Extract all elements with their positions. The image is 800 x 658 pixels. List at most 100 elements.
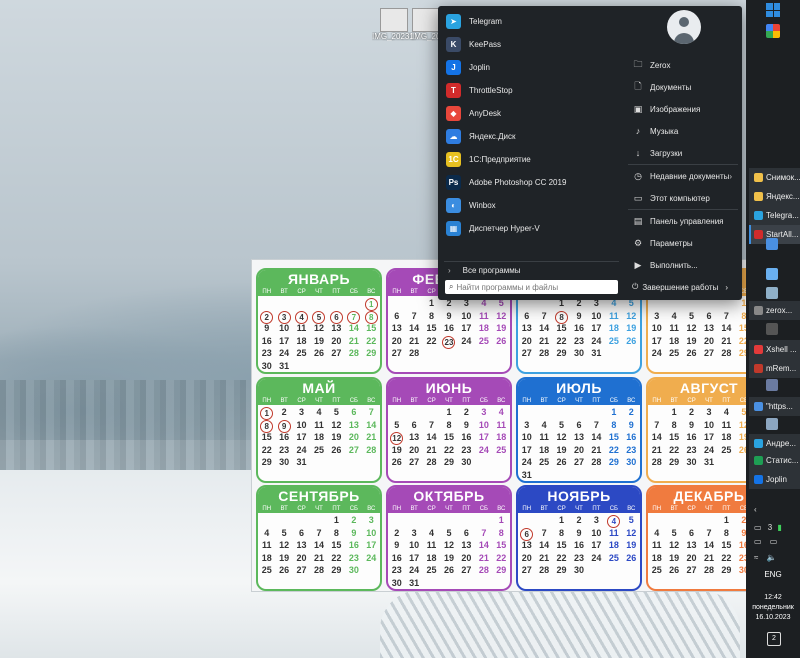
wallpaper-bush [380,590,740,658]
calendar-day: 8 [429,310,435,321]
calendar-day: 28 [409,348,420,358]
chevron-right-icon: › [448,266,451,275]
calendar-day: 11 [261,540,272,550]
taskbar-window-button[interactable]: mRem... [749,359,800,378]
volume-muted-icon[interactable]: 🔈 [767,553,777,562]
calendar-day: 19 [496,323,507,333]
document-icon[interactable] [766,418,778,430]
search-icon: ⌕ [449,282,454,291]
display-icon[interactable]: ▭ [770,537,778,546]
downloads-icon: ↓ [635,148,641,158]
network-tool-icon[interactable] [766,238,778,250]
clock-date: 16.10.2023 [755,614,791,621]
calendar-day: 19 [331,432,342,442]
start-system-link[interactable]: ♪ Музыка [628,120,738,142]
control-panel-icon: ▤ [633,215,643,226]
calendar-days: 1234567891011121314151617181920212223242… [258,296,380,372]
taskbar-window-button[interactable]: "https... [749,397,800,416]
windows-start-icon[interactable] [766,3,780,17]
settings-tool-icon[interactable] [766,268,778,280]
start-system-link[interactable]: ◷ Недавние документы › [628,164,738,187]
mail-icon[interactable] [766,287,778,299]
start-app-item[interactable]: ◆ AnyDesk [442,102,622,125]
calendar-day: 13 [348,419,359,430]
monitor-icon[interactable]: ▭ [754,523,762,532]
calendar-day: 14 [478,540,489,550]
calendar-empty-cell [405,298,422,311]
taskbar-window-button[interactable]: Xshell ... [749,340,800,359]
calendar-day: 25 [496,444,507,455]
calendar-day: 21 [313,552,324,563]
start-app-item[interactable]: J Joplin [442,56,622,79]
desktop-icon-image-2[interactable]: IMG_2023... [412,8,440,41]
shutdown-button[interactable]: ⏻ Завершение работы › [628,278,742,296]
desktop-icon-image-1[interactable]: IMG_20231... [372,8,416,41]
start-system-link[interactable]: ▭ Этот компьютер [628,187,738,209]
start-system-link-label: Музыка [650,126,679,136]
chevron-right-icon[interactable]: › [725,283,728,292]
calendar-day: 30 [573,348,584,358]
start-system-link[interactable]: 🗋 Документы [628,76,738,98]
shutdown-label: Завершение работы [642,282,719,292]
power-icon: ⏻ [632,282,639,291]
calendar-day: 20 [703,335,714,346]
start-app-item[interactable]: ☁ Яндекс.Диск [442,125,622,148]
start-system-link[interactable]: ▣ Изображения [628,98,738,120]
start-system-link[interactable]: 🗀 Zerox [628,54,738,76]
calendar-day: 20 [573,444,584,455]
calendar-day: 10 [703,419,714,430]
notification-center-icon[interactable]: 2 [767,632,781,646]
calendar-day: 18 [608,323,619,333]
start-system-link[interactable]: ▤ Панель управления [628,209,738,232]
keyboard-icon[interactable]: ▭ [754,537,762,546]
all-programs-button[interactable]: › Все программы [448,262,520,280]
calendar-day: 26 [391,457,402,467]
start-system-link[interactable]: ⚙ Параметры [628,232,738,254]
start-app-item[interactable]: T ThrottleStop [442,79,622,102]
terminal-icon[interactable] [766,323,778,335]
start-system-link[interactable]: ▶ Выполнить... [628,254,738,276]
weekday-label: СБ [609,398,618,404]
taskbar-window-button[interactable]: zerox... [749,301,800,320]
clock[interactable]: 12:42 понедельник 16.10.2023 [746,593,800,623]
taskbar-window-button[interactable]: Яндекс... [749,187,800,206]
window-app-icon [754,475,763,484]
calendar-day: 21 [651,444,662,455]
run-icon: ▶ [634,259,642,270]
calendar-empty-cell [310,515,327,528]
calendar-day: 5 [281,527,287,538]
calendar-day: 3 [593,515,599,525]
calendar-day: 2 [463,407,469,417]
calendar-day: 5 [671,527,677,538]
user-avatar[interactable] [667,10,701,44]
start-app-item[interactable]: ➤ Telegram [442,10,622,33]
chrome-icon[interactable] [766,24,780,38]
taskbar-window-button[interactable]: Joplin [749,470,800,489]
taskbar-window-button[interactable]: Статис... [749,451,800,470]
chevron-left-icon[interactable]: ‹ [754,505,757,514]
calendar-day: 7 [481,527,487,538]
calendar-day: 25 [313,444,324,455]
calendar-month-title: СЕНТЯБРЬ [258,487,380,505]
calendar-day: 28 [651,457,662,467]
wifi-icon[interactable]: ≈ [754,553,758,562]
taskbar-window-button[interactable]: Снимок... [749,168,800,187]
calendar-day: 20 [521,552,532,563]
search-input[interactable]: ⌕ Найти программы и файлы [445,280,618,294]
weekday-label: ПТ [592,506,601,512]
weekday-label: ВС [627,398,636,404]
battery-icon[interactable]: ▮ [777,523,781,532]
start-app-item[interactable]: ◐ Winbox [442,194,622,217]
start-app-item[interactable]: ▦ Диспетчер Hyper-V [442,217,622,240]
calendar-day: 24 [279,348,290,358]
language-indicator[interactable]: ENG [746,570,800,579]
calendar-day: 8 [671,419,677,430]
start-app-item[interactable]: Ps Adobe Photoshop CC 2019 [442,171,622,194]
start-app-item[interactable]: 1С 1С:Предприятие [442,148,622,171]
weekday-label: СБ [349,289,358,295]
start-app-item[interactable]: K KeePass [442,33,622,56]
weekday-label: ЧТ [575,398,583,404]
start-system-link[interactable]: ↓ Загрузки [628,142,738,164]
app-icon[interactable] [766,379,778,391]
taskbar-window-button[interactable]: Telegra... [749,206,800,225]
